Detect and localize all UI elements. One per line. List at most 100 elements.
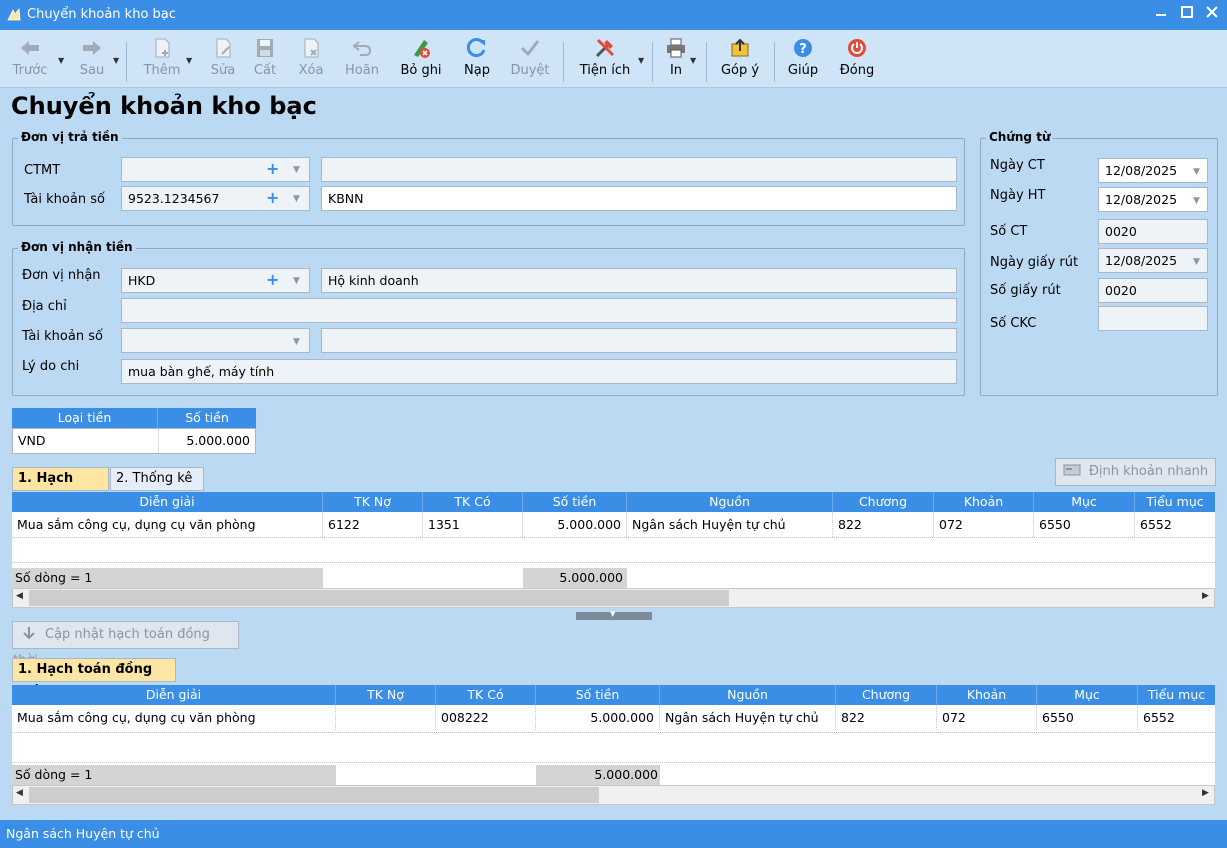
ctmt-code-input[interactable]: [121, 157, 310, 182]
payer-account-add-icon[interactable]: +: [266, 188, 279, 207]
update-concurrent-button[interactable]: Cập nhật hạch toán đồng thời: [12, 621, 239, 668]
payee-unit-code-input[interactable]: HKD: [121, 268, 310, 293]
grid1-cell[interactable]: 6550: [1034, 512, 1135, 537]
date-withdraw-input[interactable]: 12/08/2025: [1098, 248, 1208, 273]
payee-account-code-input[interactable]: [121, 328, 310, 353]
no-ct-input[interactable]: 0020: [1098, 219, 1208, 244]
grid2-summary-blank: [660, 765, 1215, 785]
reason-input[interactable]: mua bàn ghế, máy tính: [121, 359, 957, 384]
minimize-button[interactable]: [1148, 4, 1174, 26]
grid2-cell[interactable]: 5.000.000: [536, 705, 660, 730]
grid2-cell[interactable]: [336, 705, 436, 730]
scroll-thumb[interactable]: [29, 590, 729, 606]
tab-hach-toan[interactable]: 1. Hạch toán: [12, 467, 109, 508]
grid2-hscrollbar[interactable]: ◀ ▶: [12, 785, 1215, 805]
help-button[interactable]: ? Giúp: [782, 34, 824, 84]
payee-account-name-input[interactable]: [321, 328, 957, 353]
grid1-cell[interactable]: 072: [934, 512, 1034, 537]
table-row[interactable]: Mua sắm công cụ, dụng cụ văn phòng 6122 …: [12, 512, 1215, 537]
grid1-cell[interactable]: Ngân sách Huyện tự chủ: [627, 512, 833, 537]
grid2-cell[interactable]: 072: [937, 705, 1037, 730]
reload-button[interactable]: Nạp: [457, 34, 497, 84]
grid1-summary: Số dòng = 1 5.000.000: [12, 568, 1215, 588]
grid1-cell[interactable]: 1351: [423, 512, 523, 537]
voucher-group-title: Chứng từ: [986, 130, 1054, 144]
quick-entry-button[interactable]: Định khoản nhanh: [1055, 458, 1216, 486]
currency-amount-cell[interactable]: 5.000.000: [159, 429, 255, 453]
grid1-col-item: Khoản: [934, 492, 1034, 512]
grid1-hscrollbar[interactable]: ◀ ▶: [12, 588, 1215, 608]
date-withdraw-dropdown-icon[interactable]: ▼: [1193, 257, 1200, 267]
scroll-left-icon[interactable]: ◀: [16, 591, 23, 601]
payee-unit-name-input[interactable]: Hộ kinh doanh: [321, 268, 957, 293]
close-window-button[interactable]: [1199, 4, 1225, 26]
scroll-thumb[interactable]: [29, 787, 599, 803]
grid2-cell[interactable]: Ngân sách Huyện tự chủ: [660, 705, 836, 730]
tab-hach-toan-dong-thoi[interactable]: 1. Hạch toán đồng thời: [12, 658, 176, 699]
prev-button[interactable]: Trước: [8, 34, 52, 84]
grid1-cell[interactable]: 5.000.000: [523, 512, 627, 537]
scroll-right-icon[interactable]: ▶: [1202, 591, 1209, 601]
no-ckc-input[interactable]: [1098, 306, 1208, 331]
date-ct-input[interactable]: 12/08/2025: [1098, 158, 1208, 183]
ctmt-dropdown-icon[interactable]: ▼: [293, 165, 300, 175]
payee-unit-dropdown-icon[interactable]: ▼: [293, 276, 300, 286]
ctmt-name-input[interactable]: [321, 157, 957, 182]
payer-account-name-input[interactable]: KBNN: [321, 186, 957, 211]
payer-account-dropdown-icon[interactable]: ▼: [293, 194, 300, 204]
grid2-total: 5.000.000: [594, 767, 658, 782]
grid2-cell[interactable]: 6552: [1138, 705, 1215, 730]
address-input[interactable]: [121, 298, 957, 323]
scroll-left-icon[interactable]: ◀: [16, 788, 23, 798]
add-dropdown-icon[interactable]: ▼: [186, 56, 192, 65]
grid2-col-subsection: Tiểu mục: [1147, 687, 1206, 702]
delete-button[interactable]: Xóa: [291, 34, 331, 84]
utility-dropdown-icon[interactable]: ▼: [638, 56, 644, 65]
grid2-cell[interactable]: 6550: [1037, 705, 1138, 730]
splitter-handle[interactable]: ▼: [576, 610, 652, 620]
grid1-body: Mua sắm công cụ, dụng cụ văn phòng 6122 …: [12, 512, 1215, 568]
save-button[interactable]: Cất: [246, 34, 284, 84]
tab-thong-ke[interactable]: 2. Thống kê: [110, 467, 204, 491]
no-ct-label: Số CT: [990, 224, 1028, 239]
no-withdraw-input[interactable]: 0020: [1098, 278, 1208, 303]
grid1-cell[interactable]: 822: [833, 512, 934, 537]
grid1-col-source: Nguồn: [627, 492, 833, 512]
maximize-button[interactable]: [1174, 4, 1200, 26]
payee-unit-add-icon[interactable]: +: [266, 270, 279, 289]
print-dropdown-icon[interactable]: ▼: [690, 56, 696, 65]
grid1-cell[interactable]: 6552: [1135, 512, 1215, 537]
grid1-cell[interactable]: 6122: [323, 512, 423, 537]
grid2-cell[interactable]: 822: [836, 705, 937, 730]
currency-type-cell[interactable]: VND: [13, 429, 159, 453]
approve-button[interactable]: Duyệt: [506, 34, 554, 84]
close-button[interactable]: Đóng: [834, 34, 880, 84]
power-icon: [848, 39, 866, 57]
grid2-cell[interactable]: 008222: [436, 705, 536, 730]
add-button[interactable]: Thêm: [138, 34, 186, 84]
undo-button[interactable]: Hoãn: [340, 34, 384, 84]
print-button[interactable]: In: [660, 34, 692, 84]
payee-account-dropdown-icon[interactable]: ▼: [293, 337, 300, 347]
prev-dropdown-icon[interactable]: ▼: [58, 56, 64, 65]
feedback-button[interactable]: Góp ý: [716, 34, 764, 84]
status-bar: Ngân sách Huyện tự chủ: [0, 820, 1227, 848]
payer-account-code-input[interactable]: 9523.1234567: [121, 186, 310, 211]
currency-row[interactable]: VND 5.000.000: [12, 428, 256, 454]
grid2-summary: Số dòng = 1 5.000.000: [12, 765, 1215, 785]
utility-button[interactable]: Tiện ích: [574, 34, 636, 84]
grid2-col-section: Mục: [1037, 685, 1138, 705]
grid1-cell[interactable]: Mua sắm công cụ, dụng cụ văn phòng: [12, 512, 323, 537]
table-row[interactable]: Mua sắm công cụ, dụng cụ văn phòng 00822…: [12, 705, 1215, 730]
ctmt-add-icon[interactable]: +: [266, 159, 279, 178]
edit-button[interactable]: Sửa: [204, 34, 242, 84]
date-ht-input[interactable]: 12/08/2025: [1098, 187, 1208, 212]
date-ht-dropdown-icon[interactable]: ▼: [1193, 196, 1200, 206]
date-ct-dropdown-icon[interactable]: ▼: [1193, 167, 1200, 177]
grid2-cell[interactable]: Mua sắm công cụ, dụng cụ văn phòng: [12, 705, 336, 730]
next-dropdown-icon[interactable]: ▼: [113, 56, 119, 65]
next-button[interactable]: Sau: [72, 34, 112, 84]
grid2-body: Mua sắm công cụ, dụng cụ văn phòng 00822…: [12, 705, 1215, 765]
unpost-button[interactable]: Bỏ ghi: [396, 34, 446, 84]
scroll-right-icon[interactable]: ▶: [1202, 788, 1209, 798]
